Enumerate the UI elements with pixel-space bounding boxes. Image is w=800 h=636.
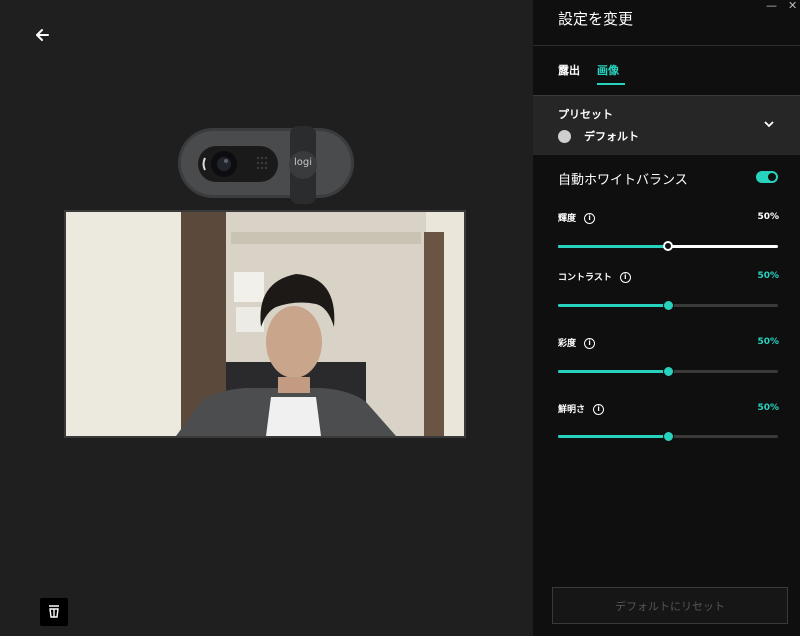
cup-button[interactable] [40,598,68,626]
auto-white-balance-label: 自動ホワイトバランス [558,173,688,188]
info-icon[interactable]: i [584,213,596,224]
contrast-value: 50% [757,271,779,281]
contrast-label: コントラスト i [558,270,631,283]
info-icon[interactable]: i [593,404,605,415]
logi-logo: logi [293,157,313,168]
slider-fill [558,435,668,438]
arrow-left-icon [36,29,49,41]
settings-panel: — ✕ 設定を変更 露出 画像 プリセット デフォルト 自動ホワイトバランス 輝… [533,0,800,636]
sharpness-label-text: 鮮明さ [558,405,586,415]
preset-dropdown[interactable]: プリセット デフォルト [533,96,800,155]
saturation-value: 50% [757,337,779,347]
brightness-label-text: 輝度 [558,214,577,224]
slider-thumb[interactable] [663,300,674,311]
reset-to-default-button[interactable]: デフォルトにリセット [552,587,788,624]
preset-label: プリセット [558,108,613,121]
chevron-down-icon [764,121,774,128]
tab-exposure[interactable]: 露出 [558,62,580,78]
slider-fill [558,245,668,248]
slider-thumb[interactable] [663,431,674,442]
cup-icon [49,605,59,618]
slider-thumb[interactable] [663,366,674,377]
info-icon[interactable]: i [584,338,596,349]
active-tab-indicator [597,83,625,85]
close-button[interactable]: ✕ [788,0,797,12]
sharpness-slider[interactable] [558,431,778,442]
saturation-label: 彩度 i [558,336,596,349]
minimize-button[interactable]: — [766,0,777,12]
slider-thumb[interactable] [663,241,673,251]
sharpness-label: 鮮明さ i [558,402,605,415]
preset-color-dot [558,130,571,143]
brightness-label: 輝度 i [558,211,596,224]
camera-preview [64,210,466,438]
webcam-illustration: logi [178,126,354,204]
saturation-label-text: 彩度 [558,339,577,349]
contrast-slider[interactable] [558,300,778,311]
contrast-label-text: コントラスト [558,273,612,283]
preset-value: デフォルト [584,130,639,143]
main-preview-area: logi [0,0,533,636]
info-icon[interactable]: i [619,272,631,283]
brightness-slider[interactable] [558,241,778,251]
slider-fill [558,370,668,373]
tab-image[interactable]: 画像 [597,62,619,78]
auto-white-balance-toggle[interactable] [756,171,778,183]
sharpness-value: 50% [757,403,779,413]
saturation-slider[interactable] [558,366,778,377]
panel-title: 設定を変更 [558,10,634,28]
divider [533,45,800,46]
brightness-value: 50% [757,212,779,222]
back-button[interactable] [32,24,54,46]
slider-fill [558,304,668,307]
